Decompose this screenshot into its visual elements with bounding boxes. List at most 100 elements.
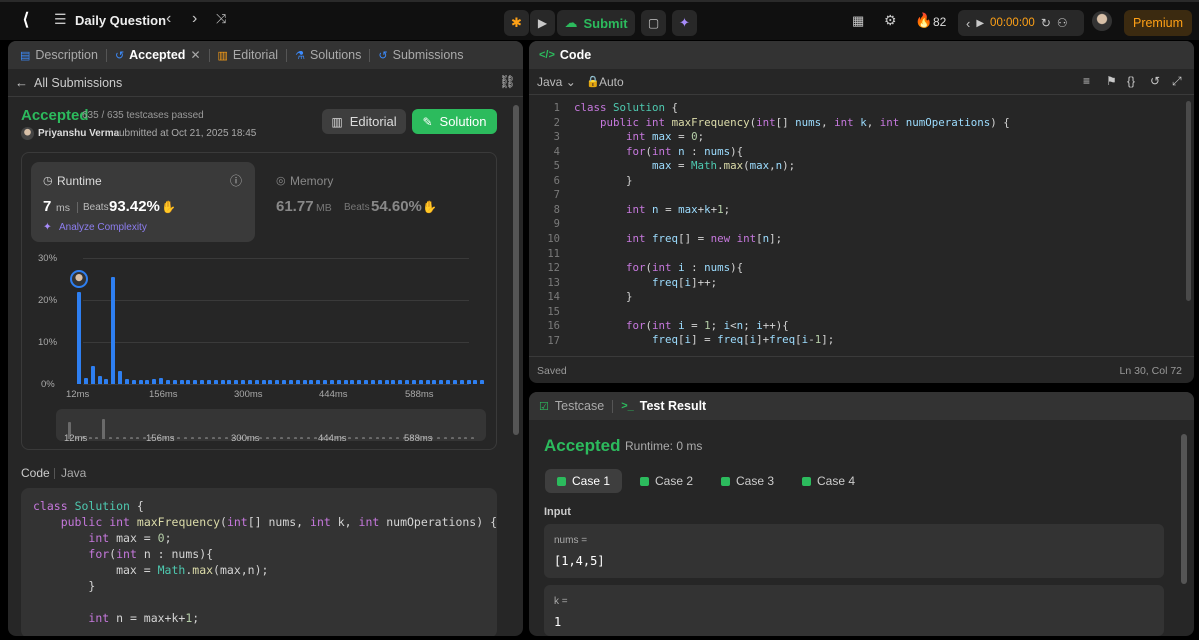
runtime-bar[interactable] [370,379,375,384]
run-button[interactable]: ▶ [530,10,555,36]
analyze-complexity-link[interactable]: Analyze Complexity [59,222,147,233]
premium-button[interactable]: Premium [1124,10,1192,36]
runtime-bar[interactable] [398,379,403,384]
runtime-bar[interactable] [282,379,286,384]
runtime-bar[interactable] [118,371,122,384]
runtime-bar[interactable] [111,276,116,384]
tab-test-result[interactable]: Test Result [640,399,706,413]
user-avatar[interactable] [21,127,34,140]
runtime-bar[interactable] [425,379,430,384]
runtime-bar[interactable] [364,379,368,384]
runtime-bar[interactable] [227,379,232,384]
solution-button[interactable]: ✎ Solution [412,109,497,134]
runtime-card[interactable]: ◷ Runtime ⓘ 7 ms Beats 93.42% ✋ ✦ Analyz… [31,162,255,242]
runtime-bar[interactable] [316,379,321,384]
leetcode-logo-icon[interactable]: ⟨ [16,10,36,30]
bookmark-icon[interactable]: ⚑ [1106,74,1117,88]
chevron-left-icon[interactable]: ‹ [966,16,970,31]
runtime-bar[interactable] [377,379,382,384]
streak-count[interactable]: 82 [933,15,946,29]
runtime-bar[interactable] [200,379,204,384]
case-4-tab[interactable]: Case 4 [790,469,867,493]
runtime-bar[interactable] [234,379,239,384]
runtime-bar[interactable] [323,379,327,384]
runtime-bar[interactable] [411,379,416,384]
case-3-tab[interactable]: Case 3 [709,469,786,493]
runtime-bar[interactable] [186,379,191,384]
runtime-bar[interactable] [439,379,444,384]
runtime-bar[interactable] [329,379,334,384]
runtime-bar[interactable] [241,379,245,384]
gear-icon[interactable]: ⚙ [884,12,897,29]
all-submissions-link[interactable]: All Submissions [34,76,122,90]
runtime-bar[interactable] [391,379,396,384]
runtime-bar[interactable] [268,379,273,384]
runtime-bar[interactable] [384,379,389,384]
runtime-bar[interactable] [405,379,409,384]
runtime-bar[interactable] [357,379,362,384]
tab-description[interactable]: ▤ Description [14,41,104,69]
memory-card[interactable]: ◎ Memory 61.77 MB Beats 54.60% ✋ [272,162,472,242]
k-input-box[interactable]: k = 1 [544,585,1164,636]
shuffle-icon[interactable]: ⤨ [216,11,226,27]
runtime-bar[interactable] [295,379,300,384]
runtime-bar[interactable] [309,379,314,384]
runtime-bar[interactable] [247,379,252,384]
list-icon[interactable]: ☰ [54,11,67,28]
runtime-bar[interactable] [254,379,259,384]
nums-input-box[interactable]: nums = [1,4,5] [544,524,1164,578]
undo-icon[interactable]: ↺ [1150,74,1160,88]
runtime-bar[interactable] [152,378,157,384]
result-scrollbar[interactable] [1181,434,1187,584]
submit-button[interactable]: ☁ Submit [557,10,635,36]
runtime-bar[interactable] [452,379,457,384]
add-user-icon[interactable]: ⚇ [1057,16,1068,30]
range-slider[interactable]: 12ms 156ms 300ms 444ms 588ms [56,409,486,444]
tab-solutions[interactable]: ⚗ Solutions [289,41,367,69]
note-button[interactable]: ▢ [641,10,666,36]
runtime-bar[interactable] [83,377,88,384]
tab-submissions[interactable]: ↺ Submissions [372,41,469,69]
runtime-bar[interactable] [220,379,225,384]
link-icon[interactable]: ⛓ [499,74,516,90]
debug-button[interactable]: ✱ [504,10,529,36]
runtime-bar[interactable] [446,379,450,384]
runtime-bar[interactable] [432,379,437,384]
runtime-bar[interactable] [179,379,184,384]
runtime-bar[interactable] [206,379,211,384]
language-select[interactable]: Java ⌄ [537,75,576,89]
prev-problem-icon[interactable]: ‹ [166,10,171,28]
runtime-bar[interactable] [104,378,109,384]
runtime-bar[interactable] [145,379,150,384]
reset-icon[interactable]: ↻ [1041,16,1051,30]
runtime-bar[interactable] [275,379,280,384]
runtime-bar[interactable] [138,379,143,384]
runtime-bar[interactable] [97,375,102,384]
runtime-bar[interactable] [213,379,218,384]
runtime-bar[interactable] [336,379,341,384]
tab-editorial[interactable]: ▥ Editorial [212,41,285,69]
runtime-bar[interactable] [77,292,81,384]
runtime-bar[interactable] [343,379,348,384]
avatar[interactable] [1092,11,1112,31]
runtime-bar[interactable] [480,379,485,384]
runtime-bar[interactable] [473,379,478,384]
user-name[interactable]: Priyanshu Verma [38,128,119,139]
editorial-button[interactable]: ▥ Editorial [322,109,406,134]
runtime-bar[interactable] [261,379,266,384]
ai-button[interactable]: ✦ [672,10,697,36]
info-icon[interactable]: ⓘ [230,172,242,189]
runtime-bar[interactable] [90,366,95,384]
tab-testcase[interactable]: Testcase [555,399,604,413]
close-tab-icon[interactable]: ✕ [190,48,200,62]
runtime-bar[interactable] [418,379,423,384]
problem-list-title[interactable]: Daily Question [75,13,166,28]
runtime-bar[interactable] [459,379,464,384]
runtime-bar[interactable] [159,377,163,384]
braces-icon[interactable]: {} [1127,74,1135,88]
next-problem-icon[interactable]: › [192,10,197,28]
auto-mode[interactable]: Auto [599,75,624,89]
tab-accepted[interactable]: ↺ Accepted ✕ [109,41,207,69]
submitted-code-block[interactable]: class Solution { public int maxFrequency… [21,488,497,636]
format-icon[interactable]: ≡ [1083,74,1090,88]
